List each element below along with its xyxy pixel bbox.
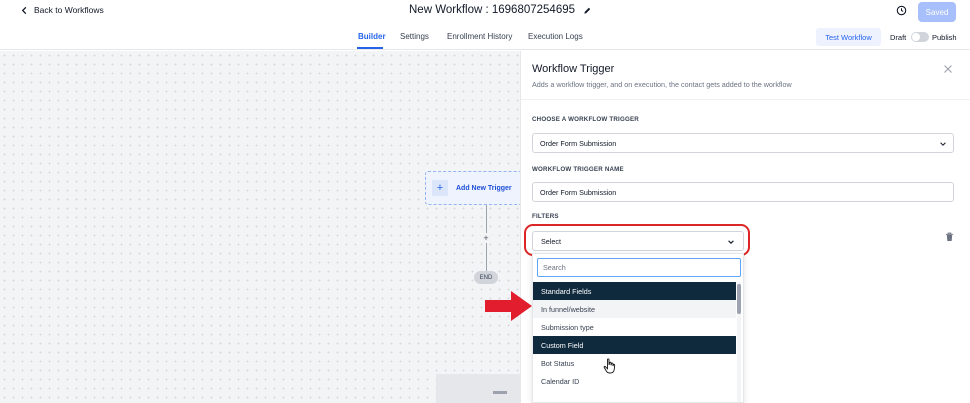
filter-options-dropdown: Standard Fields In funnel/website Submis…	[532, 253, 744, 403]
minimap-viewport	[493, 391, 507, 394]
scrollbar-thumb[interactable]	[737, 284, 741, 314]
panel-description: Adds a workflow trigger, and on executio…	[532, 80, 792, 89]
trigger-name-input[interactable]: Order Form Submission	[532, 182, 954, 202]
hand-cursor-icon	[603, 358, 616, 374]
tab-builder[interactable]: Builder	[358, 32, 386, 41]
end-node: END	[474, 271, 498, 284]
dropdown-scrollbar[interactable]	[737, 282, 741, 402]
panel-divider	[521, 99, 970, 100]
option-group-standard-fields: Standard Fields	[533, 282, 736, 300]
draft-label: Draft	[890, 33, 907, 42]
option-calendar-id[interactable]: Calendar ID	[533, 372, 736, 390]
close-icon[interactable]	[943, 64, 953, 74]
dropdown-search-input[interactable]	[537, 258, 741, 277]
option-submission-type[interactable]: Submission type	[533, 318, 736, 336]
toggle-knob	[912, 33, 920, 41]
add-new-trigger-label: Add New Trigger	[456, 184, 512, 192]
pencil-icon[interactable]	[583, 6, 592, 15]
plus-icon: +	[432, 180, 448, 196]
trash-icon[interactable]	[945, 232, 954, 242]
annotation-arrow-icon	[485, 291, 532, 321]
trigger-type-select[interactable]: Order Form Submission	[532, 133, 954, 153]
add-step-plus-icon[interactable]: +	[481, 233, 491, 243]
workflow-title: New Workflow : 1696807254695	[409, 4, 592, 16]
canvas-minimap[interactable]	[436, 374, 520, 403]
tab-enrollment-history[interactable]: Enrollment History	[447, 32, 512, 41]
option-group-custom-field: Custom Field	[533, 336, 736, 354]
top-bar: Back to Workflows New Workflow : 1696807…	[0, 0, 970, 24]
publish-toggle[interactable]	[911, 32, 929, 42]
choose-trigger-label: CHOOSE A WORKFLOW TRIGGER	[532, 116, 639, 123]
workflow-title-text: New Workflow : 1696807254695	[409, 4, 576, 16]
back-label: Back to Workflows	[34, 5, 104, 15]
annotation-highlight-ring	[524, 224, 750, 256]
filters-label: FILTERS	[532, 213, 559, 220]
tab-bar: Builder Settings Enrollment History Exec…	[0, 24, 970, 50]
tab-execution-logs[interactable]: Execution Logs	[528, 32, 583, 41]
dropdown-option-list: Standard Fields In funnel/website Submis…	[533, 282, 736, 390]
saved-button[interactable]: Saved	[918, 2, 956, 22]
panel-title: Workflow Trigger	[532, 63, 615, 75]
back-to-workflows-link[interactable]: Back to Workflows	[20, 5, 104, 15]
chevron-down-icon	[940, 142, 946, 146]
trigger-name-label: WORKFLOW TRIGGER NAME	[532, 166, 624, 173]
publish-label: Publish	[932, 33, 957, 42]
chevron-left-icon	[21, 6, 27, 14]
workflow-trigger-panel: Workflow Trigger Adds a workflow trigger…	[520, 51, 970, 403]
tab-settings[interactable]: Settings	[400, 32, 429, 41]
add-new-trigger-node[interactable]: + Add New Trigger	[425, 171, 525, 205]
option-bot-status[interactable]: Bot Status	[533, 354, 736, 372]
trigger-name-value: Order Form Submission	[540, 187, 617, 197]
history-clock-icon[interactable]	[896, 5, 907, 16]
active-tab-indicator	[357, 47, 383, 49]
option-in-funnel-website[interactable]: In funnel/website	[533, 300, 736, 318]
test-workflow-button[interactable]: Test Workflow	[816, 28, 881, 46]
workflow-canvas[interactable]: + Add New Trigger + END	[0, 51, 525, 403]
trigger-type-value: Order Form Submission	[540, 138, 617, 148]
